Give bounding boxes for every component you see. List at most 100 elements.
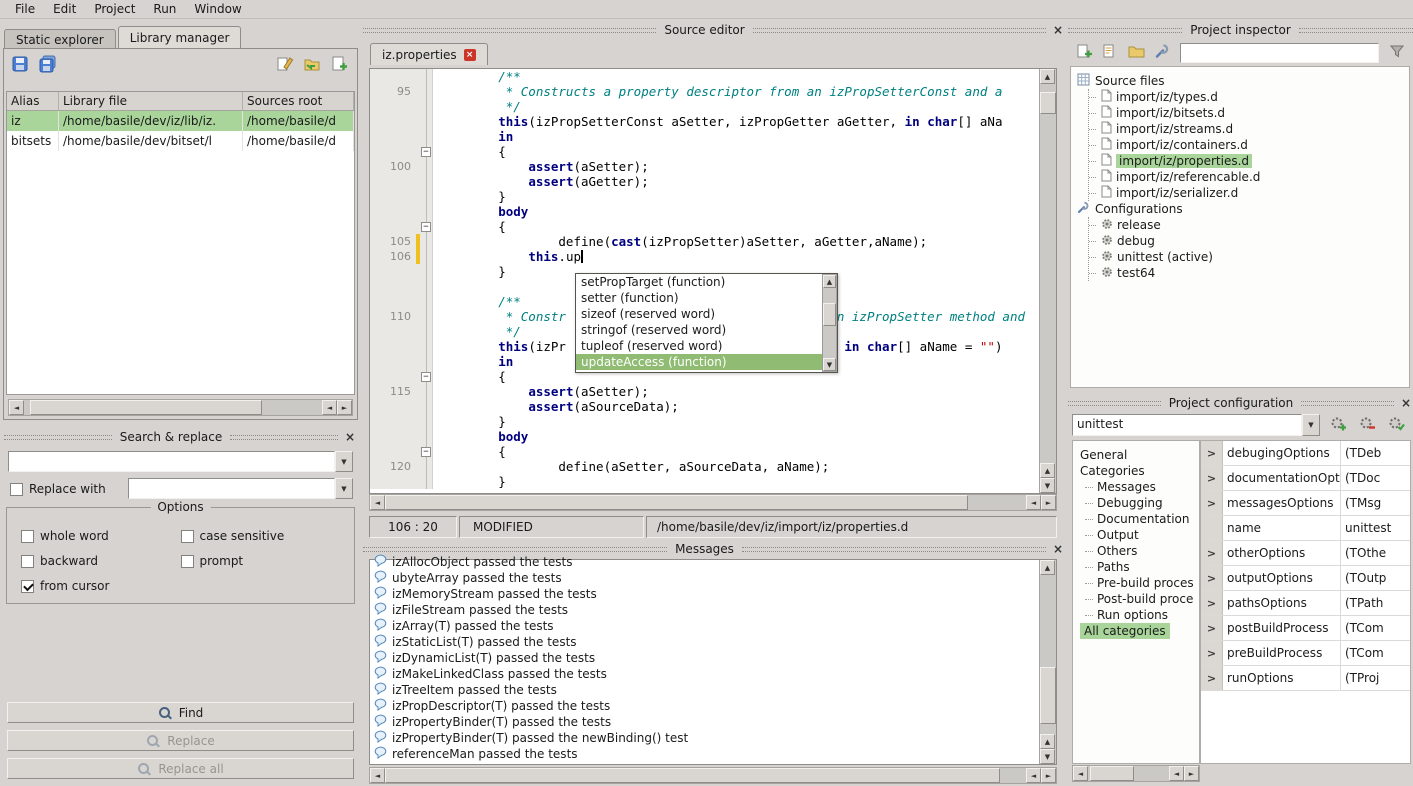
code-line-103[interactable]: body [370,204,1056,219]
message-item[interactable]: referenceMan passed the tests [370,746,1056,762]
property-row-debugingoptions[interactable]: > debugingOptions (TDeb [1201,441,1410,466]
option-prompt[interactable]: prompt [181,553,341,569]
message-item[interactable]: izMakeLinkedClass passed the tests [370,666,1056,682]
scroll-back-button[interactable]: ▲ [1040,463,1055,478]
close-configuration-icon[interactable]: × [1399,396,1413,410]
tab-iz-properties[interactable]: iz.properties × [370,43,488,65]
scrollbar-track[interactable] [1040,575,1056,734]
code-line-98[interactable]: in [370,129,1056,144]
property-row-prebuildprocess[interactable]: > preBuildProcess (TCom [1201,641,1410,666]
scrollbar-track[interactable] [1040,84,1056,463]
message-item[interactable]: izPropertyBinder(T) passed the newBindin… [370,730,1056,746]
editor-horizontal-scrollbar[interactable]: ◄ ◄► [369,494,1057,511]
scroll-back-button[interactable]: ◄ [1026,495,1041,510]
code-line-101[interactable]: assert(aGetter); [370,174,1056,189]
scroll-start-button[interactable]: ▲ [1040,560,1055,575]
replace-checkbox[interactable] [10,483,23,496]
fold-collapse-icon[interactable]: − [421,147,431,157]
completion-scrollbar[interactable]: ▲ ▼ [822,274,837,372]
code-line-106[interactable]: 106 this.up [370,249,1056,264]
scrollbar-thumb[interactable] [823,303,836,325]
tree-item-import-iz-bitsets-d[interactable]: import/iz/bitsets.d [1089,105,1409,121]
option-whole-word[interactable]: whole word [21,528,181,544]
tree-item-import-iz-referencable-d[interactable]: import/iz/referencable.d [1089,169,1409,185]
code-line-97[interactable]: this(izPropSetterConst aSetter, izPropGe… [370,114,1056,129]
category-horizontal-scrollbar[interactable]: ◄ ◄► [1072,765,1200,782]
expand-icon[interactable]: > [1207,472,1216,485]
scroll-end-button[interactable]: ▼ [823,358,836,371]
tree-item-import-iz-properties-d[interactable]: import/iz/properties.d [1089,153,1409,169]
column-header-library-file[interactable]: Library file [59,92,243,110]
menu-edit[interactable]: Edit [44,1,85,17]
scroll-start-button[interactable]: ▲ [823,275,836,288]
option-backward[interactable]: backward [21,553,181,569]
code-line-118[interactable]: body [370,429,1056,444]
column-header-sources-root[interactable]: Sources root [243,92,354,110]
scrollbar-thumb[interactable] [1040,667,1056,724]
tab-static-explorer[interactable]: Static explorer [4,29,116,49]
search-input[interactable]: ▼ [8,451,353,472]
category-general[interactable]: General [1073,447,1199,463]
category-categories[interactable]: Categories [1073,463,1199,479]
tree-item-import-iz-serializer-d[interactable]: import/iz/serializer.d [1089,185,1409,201]
option-case-sensitive[interactable]: case sensitive [181,528,341,544]
save-all-button[interactable] [36,54,60,76]
scrollbar-track[interactable] [1088,766,1169,781]
scroll-back-button[interactable]: ◄ [1026,768,1041,783]
message-item[interactable]: izDynamicList(T) passed the tests [370,650,1056,666]
property-row-pathsoptions[interactable]: > pathsOptions (TPath [1201,591,1410,616]
code-line-105[interactable]: 105 define(cast(izPropSetter)aSetter, aG… [370,234,1056,249]
code-line-121[interactable]: } [370,474,1056,489]
tree-item-import-iz-containers-d[interactable]: import/iz/containers.d [1089,137,1409,153]
add-config-button[interactable] [1326,414,1350,436]
expand-icon[interactable]: > [1207,672,1216,685]
category-documentation[interactable]: Documentation [1073,511,1199,527]
configuration-select-value[interactable]: unittest [1072,414,1302,436]
category-debugging[interactable]: Debugging [1073,495,1199,511]
expand-icon[interactable]: > [1207,647,1216,660]
category-pre-build-proces[interactable]: Pre-build proces [1073,575,1199,591]
scroll-back-button[interactable]: ◄ [1169,766,1184,781]
category-messages[interactable]: Messages [1073,479,1199,495]
tree-node-configurations[interactable]: Configurations [1077,201,1409,217]
scrollbar-track[interactable] [385,495,1026,510]
tree-item-import-iz-types-d[interactable]: import/iz/types.d [1089,89,1409,105]
scroll-end-button[interactable]: ► [1184,766,1199,781]
replace-input[interactable]: ▼ [128,478,353,499]
completion-item-tupleof-reserved-word[interactable]: tupleof (reserved word) [576,338,822,354]
menu-window[interactable]: Window [185,1,250,17]
message-item[interactable]: izMemoryStream passed the tests [370,586,1056,602]
scroll-end-button[interactable]: ► [337,400,352,415]
library-row-bitsets[interactable]: bitsets /home/basile/dev/bitset/l /home/… [7,131,354,151]
expand-icon[interactable]: > [1207,597,1216,610]
checkbox-icon[interactable] [21,580,34,593]
inspector-filter-input[interactable] [1180,43,1379,63]
message-item[interactable]: izFileStream passed the tests [370,602,1056,618]
code-line-116[interactable]: assert(aSourceData); [370,399,1056,414]
scrollbar-thumb[interactable] [1040,92,1056,115]
scrollbar-thumb[interactable] [385,768,1000,783]
category-run-options[interactable]: Run options [1073,607,1199,623]
menu-project[interactable]: Project [85,1,144,17]
scrollbar-thumb[interactable] [30,400,262,415]
checkbox-icon[interactable] [181,555,194,568]
new-source-button[interactable] [1072,42,1096,64]
scroll-end-button[interactable]: ▼ [1040,749,1055,764]
scroll-back-button[interactable]: ◄ [322,400,337,415]
scroll-end-button[interactable]: ► [1041,495,1056,510]
code-editor[interactable]: /** 95 * Constructs a property descripto… [369,68,1057,494]
code-line-120[interactable]: 120 define(aSetter, aSourceData, aName); [370,459,1056,474]
code-line-99[interactable]: − { [370,144,1056,159]
property-row-messagesoptions[interactable]: > messagesOptions (TMsg [1201,491,1410,516]
search-dropdown-icon[interactable]: ▼ [335,451,353,472]
checkbox-icon[interactable] [181,530,194,543]
fold-collapse-icon[interactable]: − [421,222,431,232]
property-row-otheroptions[interactable]: > otherOptions (TOthe [1201,541,1410,566]
message-item[interactable]: izStaticList(T) passed the tests [370,634,1056,650]
code-line-104[interactable]: − { [370,219,1056,234]
category-all-categories[interactable]: All categories [1073,623,1199,639]
expand-icon[interactable]: > [1207,572,1216,585]
message-item[interactable]: izPropertyBinder(T) passed the tests [370,714,1056,730]
expand-icon[interactable]: > [1207,497,1216,510]
code-line-102[interactable]: } [370,189,1056,204]
